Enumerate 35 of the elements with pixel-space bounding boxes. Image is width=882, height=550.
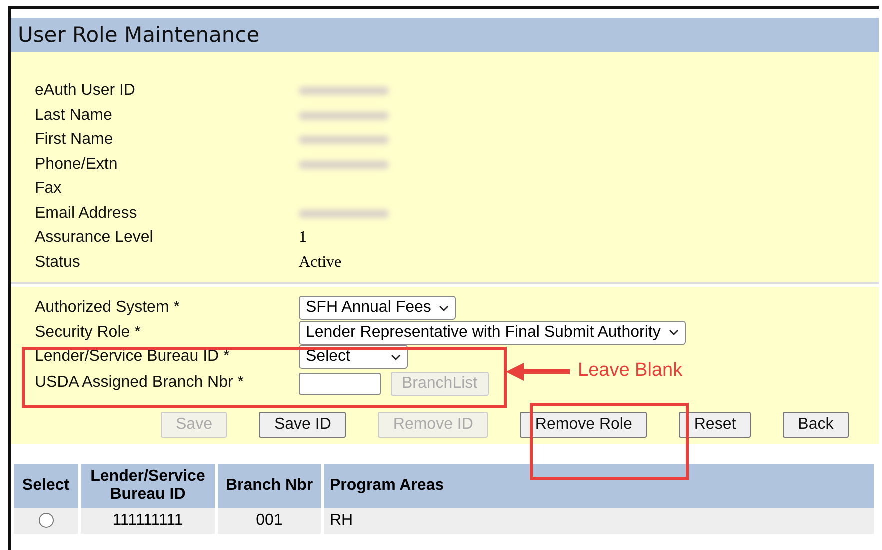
button[interactable]: Save ID xyxy=(259,412,346,438)
button[interactable]: Remove Role xyxy=(520,412,648,438)
field-label: Authorized System * xyxy=(35,299,181,318)
field-value: Active xyxy=(299,254,342,272)
button[interactable]: Back xyxy=(783,412,849,438)
input-field[interactable] xyxy=(299,372,381,394)
radio-button[interactable] xyxy=(38,512,54,528)
button[interactable]: Reset xyxy=(679,412,752,438)
caret-icon xyxy=(668,329,679,336)
field-label: Email Address xyxy=(35,204,138,223)
field-label: Assurance Level xyxy=(35,229,154,248)
dropdown[interactable]: Lender Representative with Final Submit Authority xyxy=(299,320,686,345)
table-cell: RH xyxy=(324,508,874,534)
caret-icon xyxy=(439,304,450,312)
field-label: Lender/Service Bureau ID * xyxy=(35,348,231,366)
field-label: eAuth User ID xyxy=(35,82,136,100)
table-cell: 001 xyxy=(218,508,321,534)
field-label: Phone/Extn xyxy=(35,156,119,174)
annotation-text: Leave Blank xyxy=(578,360,683,382)
dropdown[interactable]: SFH Annual Fees xyxy=(299,296,456,320)
field-value: 1 xyxy=(299,229,307,248)
column-header: Program Areas xyxy=(324,464,874,508)
field-label: Last Name xyxy=(35,106,114,125)
field-label: Status xyxy=(35,254,82,272)
column-header: Select xyxy=(14,464,78,508)
field-label: Security Role * xyxy=(35,324,142,342)
field-label: First Name xyxy=(35,131,114,150)
column-header: Branch Nbr xyxy=(218,464,321,508)
arrow-icon xyxy=(506,362,570,382)
field-label: Fax xyxy=(35,180,63,198)
page-title: User Role Maintenance xyxy=(11,18,879,52)
field-label: USDA Assigned Branch Nbr * xyxy=(35,374,245,392)
table-cell: 111111111 xyxy=(81,508,215,534)
column-header: Lender/Service Bureau ID xyxy=(81,464,215,508)
caret-icon xyxy=(391,354,401,361)
